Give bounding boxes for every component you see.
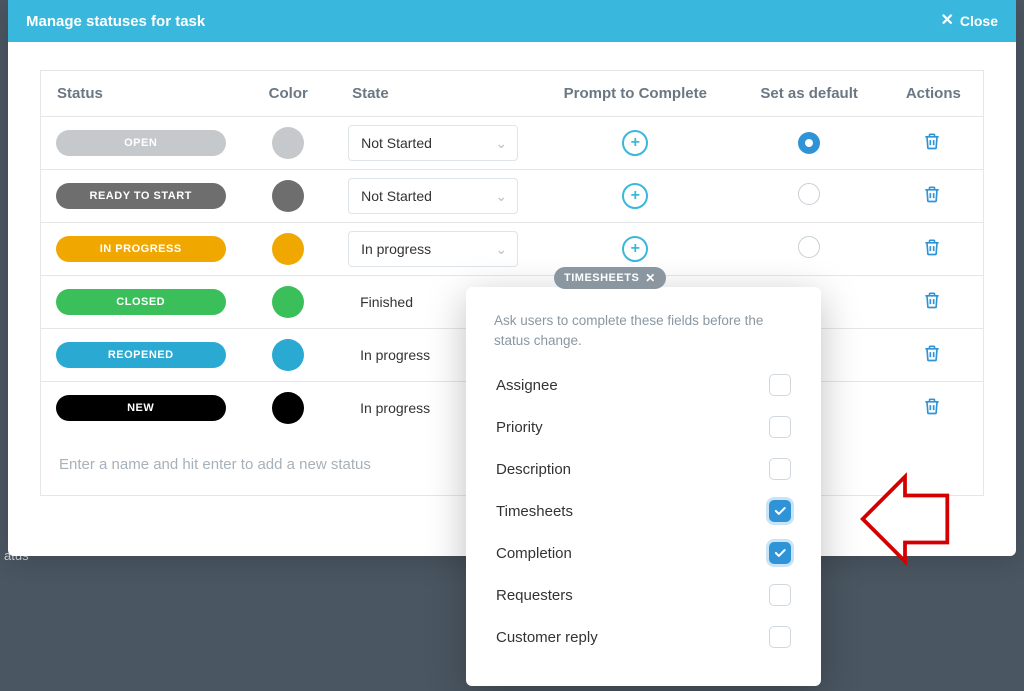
popover-item-label: Assignee — [496, 377, 558, 394]
col-color: Color — [240, 71, 336, 117]
col-status: Status — [41, 71, 241, 117]
delete-button[interactable] — [922, 131, 944, 153]
popover-item: Description — [494, 448, 793, 490]
popover-checkbox[interactable] — [769, 458, 791, 480]
popover-item: Customer reply — [494, 616, 793, 658]
table-row: OPEN Not Started ⌄ + — [41, 117, 984, 170]
state-select[interactable]: Not Started ⌄ — [348, 125, 518, 161]
color-swatch[interactable] — [272, 339, 304, 371]
popover-item-label: Customer reply — [496, 629, 598, 646]
chevron-down-icon: ⌄ — [495, 241, 507, 258]
status-pill[interactable]: IN PROGRESS — [56, 236, 226, 262]
state-select[interactable]: Not Started ⌄ — [348, 178, 518, 214]
popover-checkbox[interactable] — [769, 374, 791, 396]
state-value: In progress — [361, 241, 431, 257]
col-state: State — [336, 71, 536, 117]
popover-item-label: Completion — [496, 545, 572, 562]
chevron-down-icon: ⌄ — [495, 135, 507, 152]
status-pill[interactable]: READY TO START — [56, 183, 226, 209]
prompt-chip-timesheets[interactable]: TIMESHEETS ✕ — [554, 267, 666, 289]
state-value: Finished — [348, 284, 425, 320]
col-prompt: Prompt to Complete — [536, 71, 735, 117]
modal-header: Manage statuses for task ✕ Close — [8, 0, 1016, 42]
prompt-add-button[interactable]: + — [622, 130, 648, 156]
popover-checkbox[interactable] — [769, 500, 791, 522]
prompt-fields-popover: Ask users to complete these fields befor… — [466, 287, 821, 686]
popover-checkbox[interactable] — [769, 416, 791, 438]
close-label: Close — [960, 13, 998, 29]
popover-checkbox[interactable] — [769, 584, 791, 606]
popover-item-label: Description — [496, 461, 571, 478]
delete-button[interactable] — [922, 184, 944, 206]
color-swatch[interactable] — [272, 180, 304, 212]
state-value: Not Started — [361, 135, 432, 151]
popover-item-label: Requesters — [496, 587, 573, 604]
popover-item: Requesters — [494, 574, 793, 616]
modal-title: Manage statuses for task — [26, 13, 205, 30]
popover-item: Timesheets — [494, 490, 793, 532]
default-radio[interactable] — [798, 132, 820, 154]
status-pill[interactable]: NEW — [56, 395, 226, 421]
col-default: Set as default — [735, 71, 884, 117]
color-swatch[interactable] — [272, 233, 304, 265]
popover-item-label: Priority — [496, 419, 543, 436]
table-row: READY TO START Not Started ⌄ + — [41, 170, 984, 223]
state-value: In progress — [348, 337, 442, 373]
close-icon: ✕ — [940, 13, 953, 29]
status-pill[interactable]: OPEN — [56, 130, 226, 156]
chevron-down-icon: ⌄ — [495, 188, 507, 205]
state-value: In progress — [348, 390, 442, 426]
delete-button[interactable] — [922, 237, 944, 259]
popover-item-label: Timesheets — [496, 503, 573, 520]
col-actions: Actions — [884, 71, 984, 117]
popover-description: Ask users to complete these fields befor… — [494, 311, 793, 350]
status-pill[interactable]: REOPENED — [56, 342, 226, 368]
delete-button[interactable] — [922, 343, 944, 365]
prompt-add-button[interactable]: + — [622, 183, 648, 209]
default-radio[interactable] — [798, 183, 820, 205]
chip-label: TIMESHEETS — [564, 272, 639, 284]
popover-item: Completion — [494, 532, 793, 574]
status-pill[interactable]: CLOSED — [56, 289, 226, 315]
color-swatch[interactable] — [272, 392, 304, 424]
popover-checkbox[interactable] — [769, 626, 791, 648]
popover-item: Assignee — [494, 364, 793, 406]
color-swatch[interactable] — [272, 286, 304, 318]
delete-button[interactable] — [922, 396, 944, 418]
popover-item: Priority — [494, 406, 793, 448]
default-radio[interactable] — [798, 236, 820, 258]
delete-button[interactable] — [922, 290, 944, 312]
color-swatch[interactable] — [272, 127, 304, 159]
chip-remove-icon[interactable]: ✕ — [645, 271, 656, 285]
table-row: IN PROGRESS In progress ⌄ + — [41, 223, 984, 276]
state-select[interactable]: In progress ⌄ — [348, 231, 518, 267]
state-value: Not Started — [361, 188, 432, 204]
close-button[interactable]: ✕ Close — [940, 13, 998, 29]
prompt-add-button[interactable]: + — [622, 236, 648, 262]
popover-checkbox[interactable] — [769, 542, 791, 564]
